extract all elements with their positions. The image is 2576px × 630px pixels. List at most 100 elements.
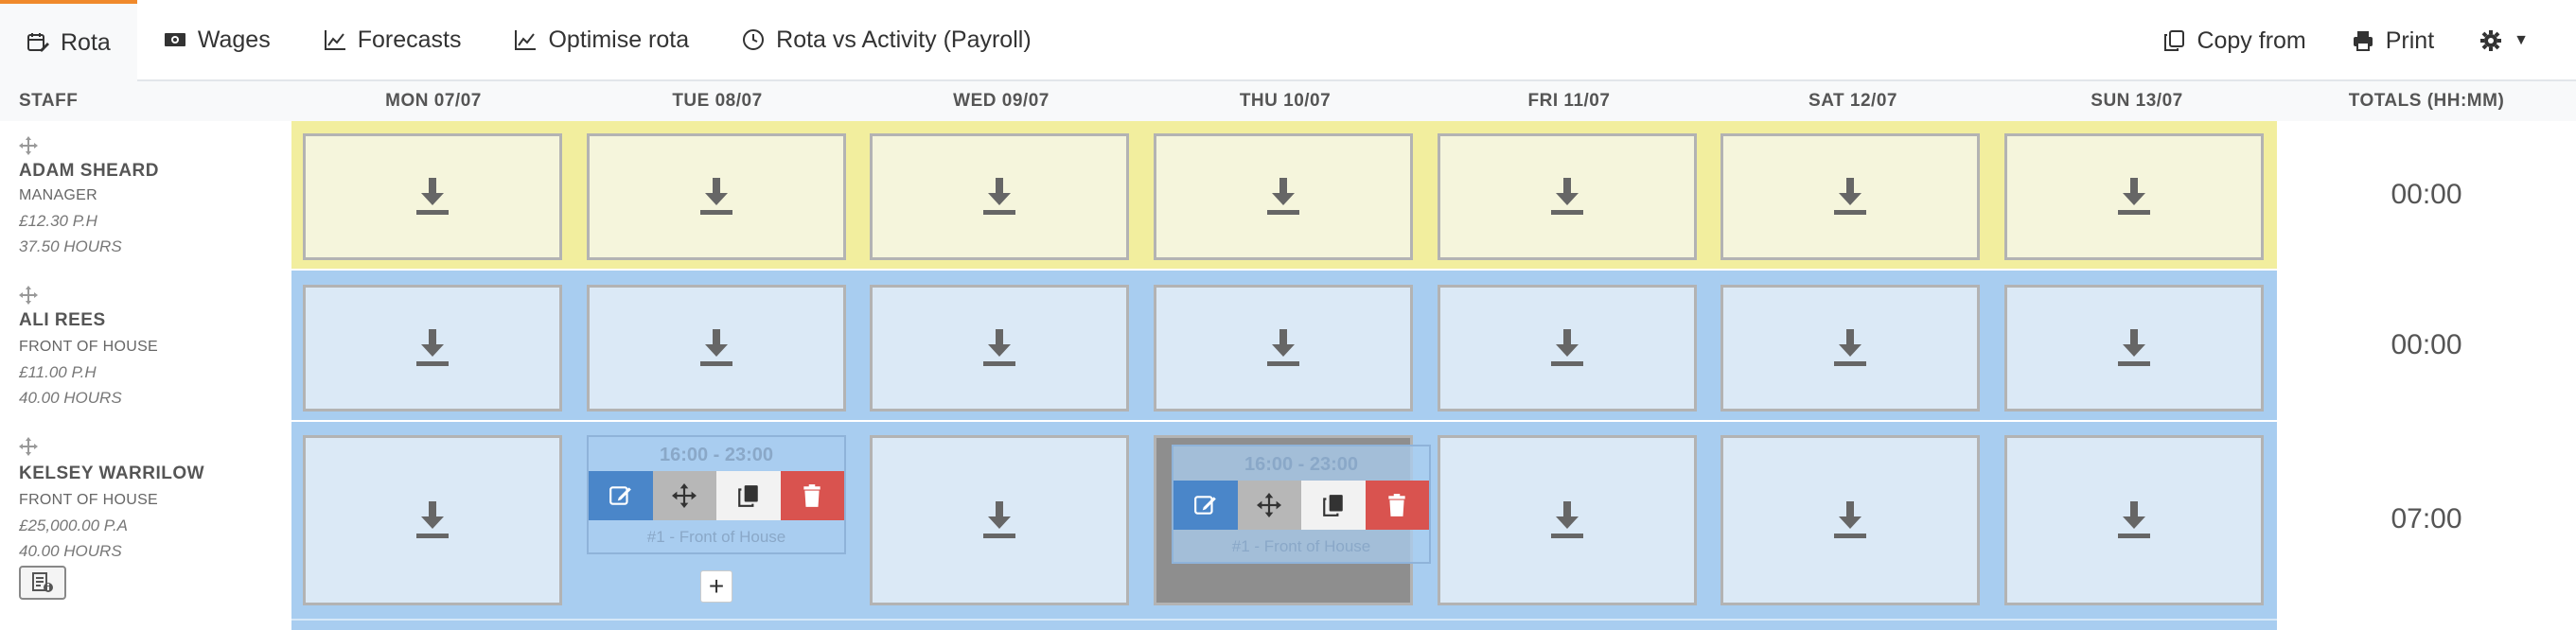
download-icon: [1267, 178, 1299, 215]
money-icon: [164, 33, 185, 46]
day-cell-drop-zone[interactable]: [870, 435, 1129, 605]
day-cell-drop-zone[interactable]: [303, 133, 562, 260]
tab-label: Optimise rota: [548, 26, 690, 53]
day-cell-drop-zone[interactable]: [587, 133, 846, 260]
tab-label: Rota vs Activity (Payroll): [776, 26, 1032, 53]
download-icon: [1551, 178, 1583, 215]
delete-shift-button[interactable]: [1365, 481, 1429, 530]
download-icon: [1551, 501, 1583, 538]
day-cell-drop-zone[interactable]: [1720, 435, 1980, 605]
edit-shift-button[interactable]: [1173, 481, 1238, 530]
shift-card-dragging[interactable]: 16:00 - 23:00 #1 - Front of House: [1172, 445, 1431, 564]
row-divider: [291, 619, 2277, 621]
edit-shift-button[interactable]: [589, 471, 653, 520]
download-icon: [1834, 329, 1866, 366]
totals-column-header: TOTALS (HH:MM): [2348, 91, 2505, 111]
staff-role: MANAGER: [19, 187, 97, 203]
tab-rota[interactable]: Rota: [0, 0, 137, 81]
tab-optimise-rota[interactable]: Optimise rota: [487, 0, 715, 79]
day-cell-drop-zone[interactable]: [1720, 133, 1980, 260]
day-cell-drop-zone[interactable]: [1154, 285, 1413, 411]
copy-from-button[interactable]: Copy from: [2140, 0, 2328, 81]
shift-actions: [1173, 481, 1429, 530]
day-cell-drop-zone[interactable]: [870, 285, 1129, 411]
settings-dropdown[interactable]: ▼: [2457, 0, 2576, 81]
day-cell-drop-zone[interactable]: [303, 435, 562, 605]
copy-icon: [1322, 495, 1343, 516]
download-icon: [700, 329, 732, 366]
print-button[interactable]: Print: [2329, 0, 2457, 81]
copy-shift-button[interactable]: [716, 471, 781, 520]
download-icon: [416, 329, 449, 366]
day-header-fri: FRI 11/07: [1527, 91, 1611, 111]
trash-icon: [803, 484, 820, 507]
copy-icon: [2164, 30, 2185, 51]
gear-icon: [2480, 30, 2502, 51]
staff-notes-button[interactable]: [19, 566, 66, 600]
tab-label: Rota: [61, 28, 111, 56]
staff-role: FRONT OF HOUSE: [19, 492, 159, 508]
staff-rate: £12.30 P.H: [19, 212, 97, 230]
staff-total: 07:00: [2277, 422, 2576, 617]
edit-icon: [609, 486, 631, 505]
move-shift-button[interactable]: [652, 471, 716, 520]
move-handle-icon[interactable]: [19, 286, 38, 305]
download-icon: [416, 178, 449, 215]
shift-label: #1 - Front of House: [646, 528, 786, 546]
grid-header: STAFF MON 07/07 TUE 08/07 WED 09/07 THU …: [0, 81, 2576, 121]
tab-forecasts[interactable]: Forecasts: [297, 0, 488, 79]
move-handle-icon[interactable]: [19, 437, 38, 456]
move-handle-icon[interactable]: [19, 136, 38, 155]
tab-rota-vs-activity[interactable]: Rota vs Activity (Payroll): [715, 0, 1058, 79]
line-chart-icon: [324, 30, 345, 50]
top-navigation-bar: Rota Wages Forecasts Optimise rota Rota …: [0, 0, 2576, 81]
line-chart-icon: [515, 30, 537, 50]
day-cell-drop-zone[interactable]: [870, 133, 1129, 260]
day-cell-drop-zone[interactable]: [2004, 435, 2264, 605]
day-cell-drop-zone[interactable]: [1438, 133, 1697, 260]
staff-name: KELSEY WARRILOW: [19, 464, 205, 483]
shift-time: 16:00 - 23:00: [659, 445, 774, 465]
day-cell-drop-zone[interactable]: [2004, 133, 2264, 260]
day-cell-drop-zone[interactable]: [303, 285, 562, 411]
move-icon: [1257, 493, 1282, 517]
tab-wages[interactable]: Wages: [137, 0, 297, 79]
shift-label: #1 - Front of House: [1231, 537, 1371, 555]
clock-icon: [743, 29, 765, 50]
shift-card[interactable]: 16:00 - 23:00 #1 - Front of House: [587, 435, 846, 554]
document-info-icon: [32, 572, 53, 592]
move-shift-button[interactable]: [1237, 481, 1301, 530]
delete-shift-button[interactable]: [780, 471, 844, 520]
tab-label: Forecasts: [357, 26, 462, 53]
staff-column-header: STAFF: [19, 91, 79, 111]
toolbar-actions: Copy from Print ▼: [2140, 0, 2576, 81]
download-icon: [1551, 329, 1583, 366]
copy-shift-button[interactable]: [1301, 481, 1366, 530]
download-icon: [1267, 329, 1299, 366]
download-icon: [2118, 178, 2150, 215]
staff-hours: 40.00 HOURS: [19, 542, 122, 560]
staff-role: FRONT OF HOUSE: [19, 339, 159, 355]
day-header-wed: WED 09/07: [953, 91, 1050, 111]
move-icon: [672, 483, 697, 508]
day-cell-drop-zone[interactable]: [1438, 435, 1697, 605]
staff-info: ADAM SHEARD MANAGER £12.30 P.H 37.50 HOU…: [0, 121, 291, 269]
download-icon: [983, 178, 1015, 215]
staff-total: 00:00: [2277, 271, 2576, 420]
download-icon: [983, 329, 1015, 366]
day-cell-drop-zone[interactable]: [2004, 285, 2264, 411]
day-header-thu: THU 10/07: [1239, 91, 1332, 111]
day-cell-drop-zone[interactable]: [1720, 285, 1980, 411]
day-cell-drop-zone[interactable]: [1154, 133, 1413, 260]
chevron-down-icon: ▼: [2514, 32, 2529, 48]
day-cell-drop-zone[interactable]: [587, 285, 846, 411]
copy-from-label: Copy from: [2197, 26, 2306, 54]
next-row-partial: [291, 617, 2277, 630]
download-icon: [1834, 501, 1866, 538]
staff-total: 00:00: [2277, 121, 2576, 269]
add-shift-button[interactable]: +: [700, 570, 732, 603]
shift-time: 16:00 - 23:00: [1244, 454, 1359, 475]
day-cell-drop-zone[interactable]: [1438, 285, 1697, 411]
staff-name: ADAM SHEARD: [19, 161, 159, 181]
download-icon: [2118, 329, 2150, 366]
